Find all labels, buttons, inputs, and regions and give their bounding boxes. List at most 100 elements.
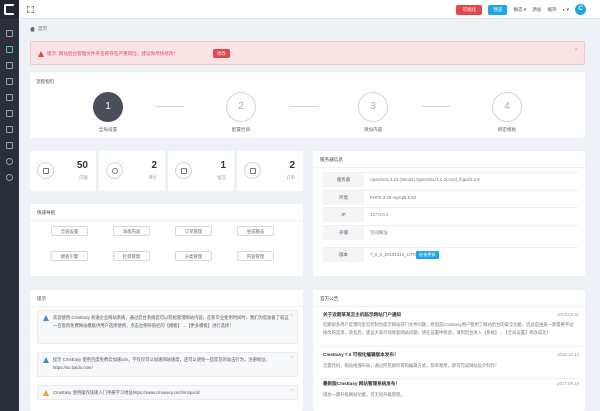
quicknav-button[interactable]: 栏目管理 — [113, 251, 150, 261]
close-icon[interactable]: × — [574, 47, 578, 53]
static-menu[interactable]: 静态 ▾ — [513, 7, 526, 13]
quicknav-button[interactable]: 内容管理 — [237, 251, 274, 261]
quicknav-button[interactable]: 分类管理 — [175, 251, 212, 261]
chart-nav-icon[interactable] — [0, 73, 19, 89]
stat-label: 评论 — [148, 175, 157, 180]
edit-nav-icon[interactable] — [0, 41, 19, 57]
server-value: PHP5.3.29 mysql5.5.53 — [370, 195, 417, 200]
add-link[interactable]: 添加 — [532, 7, 541, 13]
stat-value: 1 — [220, 160, 226, 171]
tag-nav-icon[interactable] — [0, 105, 19, 121]
content-nav-icon[interactable] — [0, 57, 19, 73]
stat-value: 50 — [76, 160, 88, 171]
stat-label: 内容 — [79, 175, 88, 180]
avatar[interactable]: C — [575, 4, 586, 15]
power-nav-icon[interactable] — [0, 169, 19, 185]
warning-alert: 提示: 网站后台管理文件夹名称存在严重风险，建议你尽快修改！ 修改 × — [30, 41, 585, 65]
server-key: 服务器 — [323, 173, 364, 187]
visual-edit-button[interactable]: 可视化 — [456, 4, 483, 15]
news-item-desc: 增加一键升级网站功能，可无损升级管理。 — [323, 392, 405, 397]
server-row: 版本 7_0_0_20181212_UTF8 检查更新 — [323, 247, 578, 262]
server-value: 空间网址 — [370, 230, 388, 235]
cart-nav-icon[interactable] — [0, 121, 19, 137]
alert-fix-button[interactable]: 修改 — [213, 49, 230, 58]
step-2[interactable]: 2 — [226, 92, 256, 122]
sidebar — [0, 0, 19, 411]
news-item-title[interactable]: CmsEasy 7.0 可视化编辑版本发布！ — [323, 352, 399, 358]
step-3[interactable]: 3 — [358, 92, 388, 122]
server-row: 服务器 Apache/2.4.23 (Win32) OpenSSL/1.0.2j… — [323, 172, 578, 187]
news-item-date: 2019.03.31 — [557, 312, 579, 317]
tip-text: 欢迎使用 CmsEasy 易通企业网站系统，通过后台系统您可以轻松管理网站内容。… — [53, 315, 289, 328]
server-row: IP 127.0.0.1 — [323, 207, 578, 222]
stat-comments[interactable]: 2 评论 — [99, 151, 165, 191]
stat-label: 订单 — [286, 175, 295, 180]
news-item-title[interactable]: 最新版CmsEasy 网站管理系统发布！ — [323, 381, 400, 387]
cache-link[interactable]: 缓存 — [547, 7, 556, 13]
tip-text: 提示 CmsEasy 使用百度免费云加速cdn，不仅仅可以加速网站速度，还可以避… — [53, 357, 270, 370]
breadcrumb-home[interactable]: 首页 — [38, 26, 47, 32]
stat-orders[interactable]: 2 订单 — [237, 151, 303, 191]
warning-icon — [43, 390, 49, 396]
quicknav-button[interactable]: 全局设置 — [51, 226, 88, 236]
quicknav-button[interactable]: 添加内容 — [113, 226, 150, 236]
topbar: 可视化 预览 静态 ▾ 添加 缓存 ◐ ▾ C — [19, 0, 600, 19]
news-item-title[interactable]: 关于近期某某云主机临示网站门户通知 — [323, 312, 401, 318]
step-connector — [290, 106, 318, 107]
stat-messages[interactable]: 1 留言 — [168, 151, 234, 191]
quicknav-button[interactable]: 模板引擎 — [51, 251, 88, 261]
news-item-desc: 无需代码，拖动拖拽布局，通过所见即所得的编辑方式，简单易用，即可完成网站设计制作… — [323, 363, 500, 368]
step-1[interactable]: 1 — [93, 92, 123, 122]
warning-icon — [38, 51, 44, 57]
news-item-desc: 近期很多用户反馈阿里云控制台提示网站部门文件问题，原因是CmsEasy用户使用了… — [323, 322, 574, 335]
document-icon — [37, 162, 54, 179]
home-nav-icon[interactable] — [0, 25, 19, 41]
breadcrumb: 首页 — [30, 26, 47, 32]
news-item-date: 2018.12.12 — [557, 352, 579, 357]
step-1-label: 全局设置 — [98, 127, 118, 132]
server-row: 存储 空间网址 — [323, 225, 578, 240]
stat-label: 留言 — [217, 175, 226, 180]
server-value: 7_0_0_20181212_UTF8 — [370, 252, 418, 257]
home-icon — [30, 26, 35, 32]
preview-button[interactable]: 预览 — [488, 4, 508, 15]
server-value: Apache/2.4.23 (Win32) OpenSSL/1.0.2j mod… — [370, 177, 480, 182]
server-key: 环境 — [323, 191, 364, 205]
shield-nav-icon[interactable] — [0, 137, 19, 153]
mail-icon — [175, 162, 192, 179]
server-key: 版本 — [323, 248, 364, 262]
stat-value: 2 — [289, 160, 295, 171]
divider — [318, 378, 582, 379]
tip-item: CmsEasy 使用操作快速入门手册学习地址https://www.cmseas… — [37, 385, 298, 400]
step-connector — [422, 106, 450, 107]
server-key: 存储 — [323, 226, 364, 240]
logo[interactable] — [0, 0, 19, 19]
language-menu[interactable]: ◐ ▾ — [563, 7, 569, 13]
quicknav-card: 快速导航 — [30, 204, 303, 276]
tip-item: 提示 CmsEasy 使用百度免费云加速cdn，不仅仅可以加速网站速度，还可以避… — [37, 352, 298, 377]
step-3-label: 添加内容 — [363, 127, 383, 132]
server-title: 服务器信息 — [320, 157, 343, 162]
news-title: 官方公告 — [320, 296, 339, 301]
tip-text: CmsEasy 使用操作快速入门手册学习地址https://www.cmseas… — [53, 390, 200, 395]
close-icon[interactable]: × — [290, 355, 293, 363]
close-icon[interactable]: × — [290, 313, 293, 321]
gear-nav-icon[interactable] — [0, 153, 19, 169]
fullscreen-icon[interactable] — [27, 6, 34, 13]
tip-item: 欢迎使用 CmsEasy 易通企业网站系统，通过后台系统您可以轻松管理网站内容。… — [37, 310, 298, 344]
step-2-label: 配置栏目 — [231, 127, 251, 132]
news-item-date: 2017.09.18 — [557, 381, 579, 386]
server-row: 环境 PHP5.3.29 mysql5.5.53 — [323, 190, 578, 205]
stat-content[interactable]: 50 内容 — [30, 151, 96, 191]
quicknav-title: 快速导航 — [37, 210, 56, 215]
quicknav-button[interactable]: 生成静态 — [237, 226, 274, 236]
chat-icon — [106, 162, 123, 179]
close-icon[interactable]: × — [290, 388, 293, 396]
step-4[interactable]: 4 — [492, 92, 522, 122]
check-update-button[interactable]: 检查更新 — [416, 251, 439, 259]
divider — [318, 346, 582, 347]
quicknav-button[interactable]: 订单管理 — [175, 226, 212, 236]
tips-title: 提示 — [37, 296, 47, 301]
logo-icon — [4, 4, 15, 15]
monitor-nav-icon[interactable] — [0, 89, 19, 105]
